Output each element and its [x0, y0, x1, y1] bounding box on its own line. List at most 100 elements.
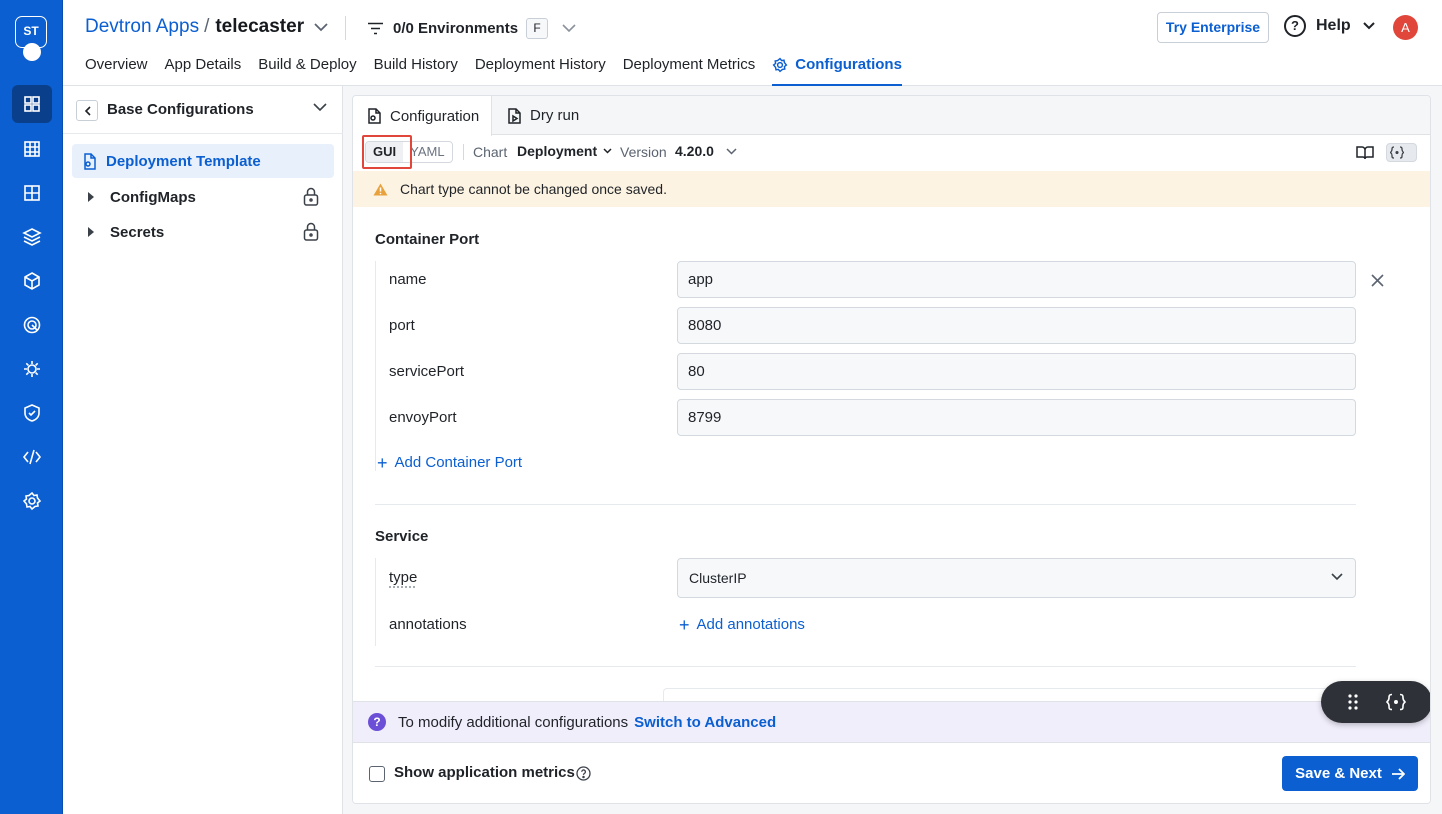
config-panel: Configuration Dry run GUI YAML Chart Dep… — [352, 95, 1431, 804]
settings-icon[interactable] — [12, 482, 52, 520]
sidebar-item-label: Secrets — [110, 223, 165, 241]
tab-label: Overview — [85, 56, 148, 73]
app-header: Devtron Apps / telecaster 0/0 Environmen… — [63, 0, 1442, 86]
help-chevron-icon — [1362, 22, 1375, 30]
app-switcher-chevron-icon[interactable] — [314, 22, 328, 32]
chart-label: Chart — [473, 144, 508, 160]
header-divider — [345, 16, 346, 40]
values-toggle[interactable] — [1386, 143, 1417, 162]
name-input[interactable]: app — [677, 261, 1356, 298]
save-next-button[interactable]: Save & Next — [1282, 756, 1418, 791]
workspace-logo[interactable]: ST — [15, 16, 47, 61]
target-icon[interactable] — [12, 306, 52, 344]
avatar[interactable]: A — [1393, 15, 1418, 40]
environments-badge: F — [526, 18, 549, 39]
toolbar-icons — [1356, 143, 1417, 162]
breadcrumb: Devtron Apps / telecaster — [85, 16, 328, 38]
chart-value: Deployment — [517, 143, 598, 159]
help-label: Help — [1316, 17, 1351, 34]
chart-select[interactable]: Deployment — [517, 143, 612, 159]
show-metrics-label: Show application metrics — [394, 764, 575, 781]
tab-label: Build History — [373, 56, 458, 73]
book-icon[interactable] — [1356, 145, 1374, 160]
braces-icon — [1390, 146, 1404, 159]
tab-build-history[interactable]: Build History — [374, 56, 458, 86]
lock-icon — [303, 222, 319, 241]
sidebar-item-secrets[interactable]: Secrets — [85, 220, 325, 244]
tab-deployment-metrics[interactable]: Deployment Metrics — [623, 56, 756, 86]
grid-apps-icon[interactable] — [12, 85, 52, 123]
chart-bars-icon[interactable] — [12, 130, 52, 168]
app-group-icon[interactable] — [12, 174, 52, 212]
tab-configuration[interactable]: Configuration — [353, 96, 492, 136]
file-play-icon — [508, 107, 521, 124]
section-divider — [375, 666, 1356, 667]
highlight-box — [362, 135, 412, 169]
tab-overview[interactable]: Overview — [85, 56, 148, 86]
field-label-envoy-port: envoyPort — [389, 409, 457, 426]
file-gear-icon — [368, 108, 381, 124]
field-label-annotations: annotations — [389, 616, 467, 633]
sidebar-item-configmaps[interactable]: ConfigMaps — [85, 185, 325, 209]
environments-chevron-icon[interactable] — [562, 24, 576, 33]
version-value: 4.20.0 — [675, 143, 714, 159]
sidebar-item-label: Deployment Template — [106, 152, 261, 170]
tab-label: Configurations — [795, 56, 902, 73]
chevron-down-icon — [726, 147, 737, 155]
config-sidebar: Base Configurations Deployment Template … — [63, 86, 343, 814]
code-icon[interactable] — [12, 438, 52, 476]
tab-configurations[interactable]: Configurations — [772, 56, 902, 86]
breadcrumb-root-link[interactable]: Devtron Apps — [85, 16, 199, 38]
arrow-right-icon — [1391, 767, 1405, 780]
envoy-port-input[interactable]: 8799 — [677, 399, 1356, 436]
version-select[interactable]: 4.20.0 — [675, 143, 737, 159]
panel-tabs: Configuration Dry run — [353, 96, 1430, 136]
chart-warning-banner: Chart type cannot be changed once saved. — [353, 171, 1430, 207]
try-enterprise-button[interactable]: Try Enterprise — [1157, 12, 1269, 43]
tab-app-details[interactable]: App Details — [165, 56, 242, 86]
back-button[interactable] — [76, 100, 98, 121]
chevron-down-icon[interactable] — [313, 103, 327, 112]
add-annotations-button[interactable]: + Add annotations — [679, 614, 805, 635]
environments-filter[interactable]: 0/0 Environments F — [367, 18, 576, 39]
shield-check-icon[interactable] — [12, 394, 52, 432]
tab-dry-run[interactable]: Dry run — [507, 96, 579, 135]
sidebar-item-deployment-template[interactable]: Deployment Template — [72, 144, 334, 178]
tab-label: Deployment Metrics — [622, 56, 756, 73]
tab-label: Configuration — [390, 107, 480, 125]
tab-deployment-history[interactable]: Deployment History — [475, 56, 606, 86]
floating-toolbar — [1321, 681, 1430, 723]
close-icon[interactable] — [1371, 274, 1384, 287]
chevron-left-icon — [84, 105, 91, 116]
tab-label: Build & Deploy — [258, 56, 357, 73]
tab-build-deploy[interactable]: Build & Deploy — [258, 56, 356, 86]
gear-bug-icon[interactable] — [12, 350, 52, 388]
layers-stack-icon[interactable] — [12, 218, 52, 256]
devtron-badge-icon — [23, 43, 41, 61]
service-type-select[interactable]: ClusterIP — [677, 558, 1356, 598]
info-icon[interactable] — [576, 766, 591, 781]
save-next-label: Save & Next — [1295, 765, 1382, 782]
braces-icon[interactable] — [1386, 693, 1407, 711]
add-annotations-label: Add annotations — [696, 616, 805, 633]
port-input[interactable]: 8080 — [677, 307, 1356, 344]
add-container-port-label: Add Container Port — [394, 454, 523, 471]
add-container-port-button[interactable]: + Add Container Port — [377, 454, 523, 472]
tab-label: Dry run — [530, 107, 580, 124]
toolbar-divider — [463, 144, 464, 160]
help-menu[interactable]: ? Help — [1284, 15, 1375, 37]
caret-right-icon — [88, 192, 94, 202]
plus-icon: + — [679, 614, 690, 635]
switch-to-advanced-link[interactable]: Switch to Advanced — [634, 714, 776, 731]
service-port-input[interactable]: 80 — [677, 353, 1356, 390]
caret-right-icon — [88, 227, 94, 237]
show-metrics-checkbox[interactable] — [369, 766, 385, 782]
cube-icon[interactable] — [12, 262, 52, 300]
field-label-port: port — [389, 317, 415, 334]
drag-handle-icon[interactable] — [1347, 693, 1359, 711]
section-guide-line — [375, 261, 376, 471]
app-tabs: Overview App Details Build & Deploy Buil… — [85, 56, 919, 86]
field-label-service-port: servicePort — [389, 363, 465, 380]
container-port-title: Container Port — [375, 231, 480, 248]
switch-to-advanced-bar: ? To modify additional configurations Sw… — [353, 701, 1430, 742]
